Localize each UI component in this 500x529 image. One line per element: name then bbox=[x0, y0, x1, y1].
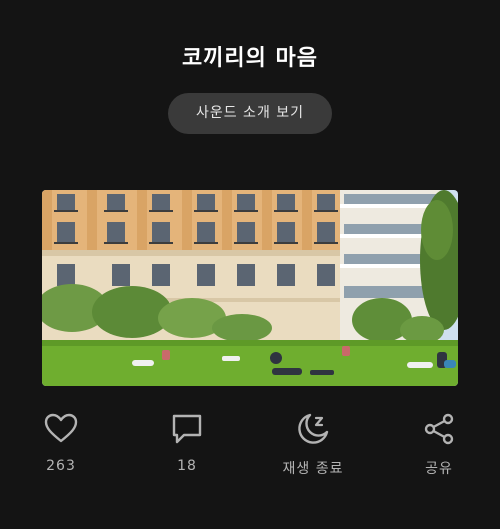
moon-sleep-icon bbox=[298, 413, 329, 444]
heart-icon bbox=[44, 413, 78, 443]
cover-image bbox=[42, 190, 458, 386]
share-button[interactable]: 공유 bbox=[394, 412, 484, 478]
comment-button[interactable]: 18 bbox=[142, 412, 232, 474]
comment-count: 18 bbox=[177, 458, 197, 474]
sleep-timer-button[interactable]: 재생 종료 bbox=[268, 412, 358, 478]
page-title: 코끼리의 마음 bbox=[181, 46, 319, 71]
sleep-timer-label: 재생 종료 bbox=[282, 461, 344, 477]
comment-bubble-icon bbox=[172, 414, 202, 444]
like-count: 263 bbox=[46, 458, 76, 474]
sound-intro-button[interactable]: 사운드 소개 보기 bbox=[168, 93, 332, 134]
like-button[interactable]: 263 bbox=[16, 412, 106, 474]
action-bar: 263 18 재생 종료 공유 bbox=[0, 412, 500, 482]
share-label: 공유 bbox=[425, 461, 453, 477]
share-icon bbox=[424, 413, 454, 445]
